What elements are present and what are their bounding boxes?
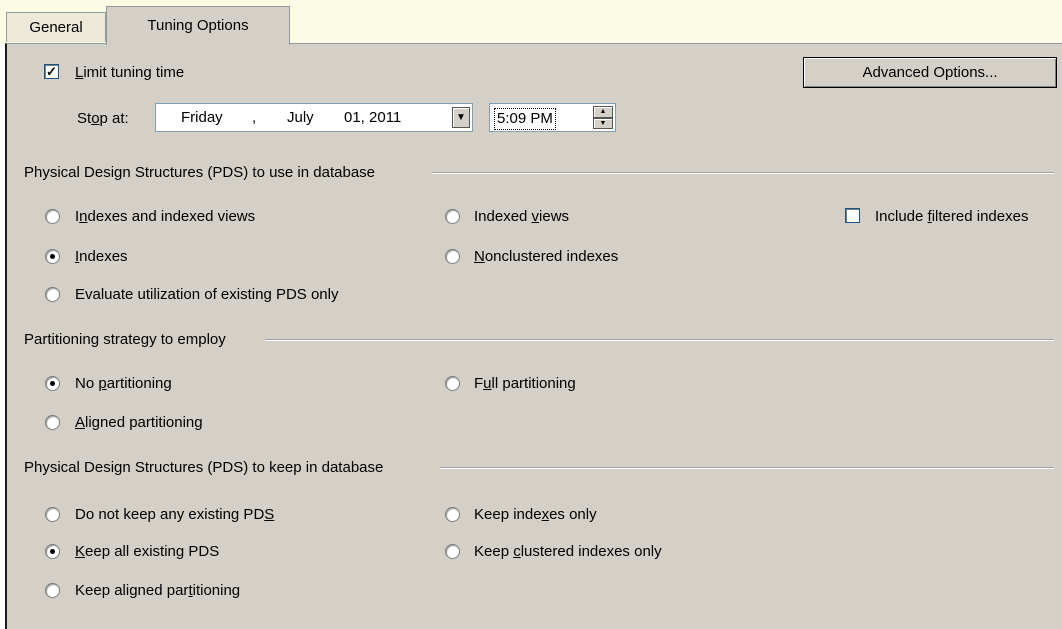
stop-time-value: 5:09 PM (494, 108, 556, 130)
radio-nonclustered-indexes[interactable] (445, 249, 460, 264)
no-partitioning-label[interactable]: No partitioning (75, 375, 172, 392)
radio-indexes[interactable] (45, 249, 60, 264)
keep-all-pds-label[interactable]: Keep all existing PDS (75, 543, 219, 560)
pds-use-title: Physical Design Structures (PDS) to use … (24, 164, 375, 181)
date-dropdown-button[interactable]: ▼ (452, 107, 470, 128)
tab-strip: General Tuning Options (0, 0, 1062, 45)
partitioning-divider (265, 339, 1054, 341)
evaluate-existing-pds-label[interactable]: Evaluate utilization of existing PDS onl… (75, 286, 338, 303)
partitioning-title: Partitioning strategy to employ (24, 331, 226, 348)
radio-evaluate-existing-pds[interactable] (45, 287, 60, 302)
pds-use-divider (432, 172, 1054, 174)
indexes-label[interactable]: Indexes (75, 248, 128, 265)
radio-full-partitioning[interactable] (445, 376, 460, 391)
time-spinner[interactable]: ▲ ▼ (593, 106, 613, 129)
aligned-partitioning-label[interactable]: Aligned partitioning (75, 414, 203, 431)
indexed-views-label[interactable]: Indexed views (474, 208, 569, 225)
advanced-options-button[interactable]: Advanced Options... (803, 57, 1057, 88)
advanced-options-label: Advanced Options... (862, 64, 998, 81)
tab-tuning-options-label: Tuning Options (147, 17, 249, 34)
full-partitioning-label[interactable]: Full partitioning (474, 375, 576, 392)
chevron-down-icon: ▼ (456, 112, 466, 123)
stop-date-day: Friday (181, 109, 223, 126)
radio-keep-clustered-indexes[interactable] (445, 544, 460, 559)
radio-no-partitioning[interactable] (45, 376, 60, 391)
spin-up-button[interactable]: ▲ (593, 106, 613, 118)
arrow-up-icon: ▲ (599, 108, 607, 116)
keep-indexes-only-label[interactable]: Keep indexes only (474, 506, 597, 523)
keep-aligned-partitioning-label[interactable]: Keep aligned partitioning (75, 582, 240, 599)
tab-general[interactable]: General (6, 12, 106, 42)
do-not-keep-pds-label[interactable]: Do not keep any existing PDS (75, 506, 274, 523)
nonclustered-indexes-label[interactable]: Nonclustered indexes (474, 248, 618, 265)
radio-keep-all-pds[interactable] (45, 544, 60, 559)
stop-at-label: Stop at: (77, 110, 129, 127)
radio-indexes-and-indexed-views[interactable] (45, 209, 60, 224)
stop-date-picker[interactable]: Friday , July 01, 2011 ▼ (155, 103, 473, 132)
keep-clustered-indexes-label[interactable]: Keep clustered indexes only (474, 543, 662, 560)
stop-time-picker[interactable]: 5:09 PM ▲ ▼ (489, 103, 616, 132)
stop-date-date: 01, 2011 (344, 109, 402, 126)
radio-do-not-keep-pds[interactable] (45, 507, 60, 522)
stop-date-separator: , (252, 109, 257, 126)
radio-keep-indexes-only[interactable] (445, 507, 460, 522)
stop-date-month: July (287, 109, 314, 126)
radio-indexed-views[interactable] (445, 209, 460, 224)
indexes-and-indexed-views-label[interactable]: Indexes and indexed views (75, 208, 255, 225)
limit-tuning-time-label[interactable]: Limit tuning time (75, 64, 184, 81)
radio-aligned-partitioning[interactable] (45, 415, 60, 430)
include-filtered-indexes-label[interactable]: Include filtered indexes (875, 208, 1028, 225)
include-filtered-indexes-checkbox[interactable] (845, 208, 860, 223)
radio-keep-aligned-partitioning[interactable] (45, 583, 60, 598)
limit-tuning-time-checkbox[interactable]: ✓ (44, 64, 59, 79)
limit-tuning-time-label-rest: imit tuning time (83, 64, 185, 81)
pds-keep-title: Physical Design Structures (PDS) to keep… (24, 459, 384, 476)
spin-down-button[interactable]: ▼ (593, 117, 613, 129)
tab-general-label: General (29, 19, 83, 36)
pds-keep-divider (440, 467, 1054, 469)
tab-tuning-options[interactable]: Tuning Options (106, 6, 290, 45)
arrow-down-icon: ▼ (599, 119, 607, 127)
